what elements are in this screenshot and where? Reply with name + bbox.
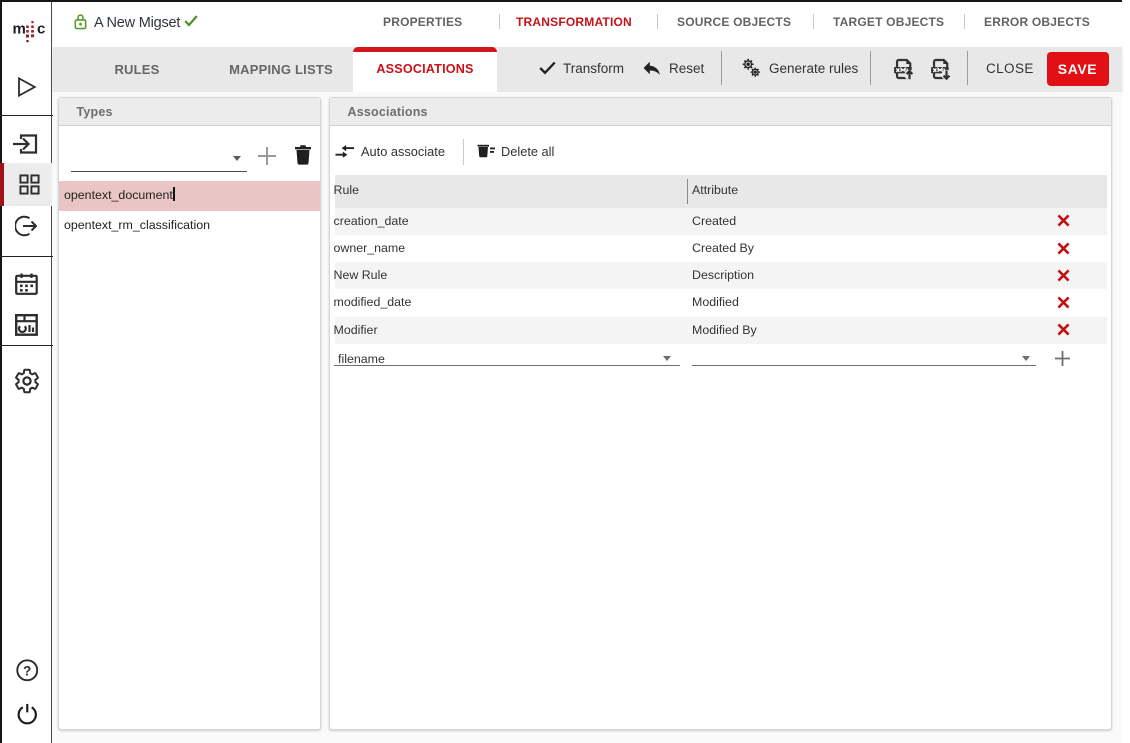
svg-text:m: m: [13, 21, 26, 38]
svg-text:?: ?: [23, 663, 31, 678]
svg-text:c: c: [37, 21, 45, 38]
